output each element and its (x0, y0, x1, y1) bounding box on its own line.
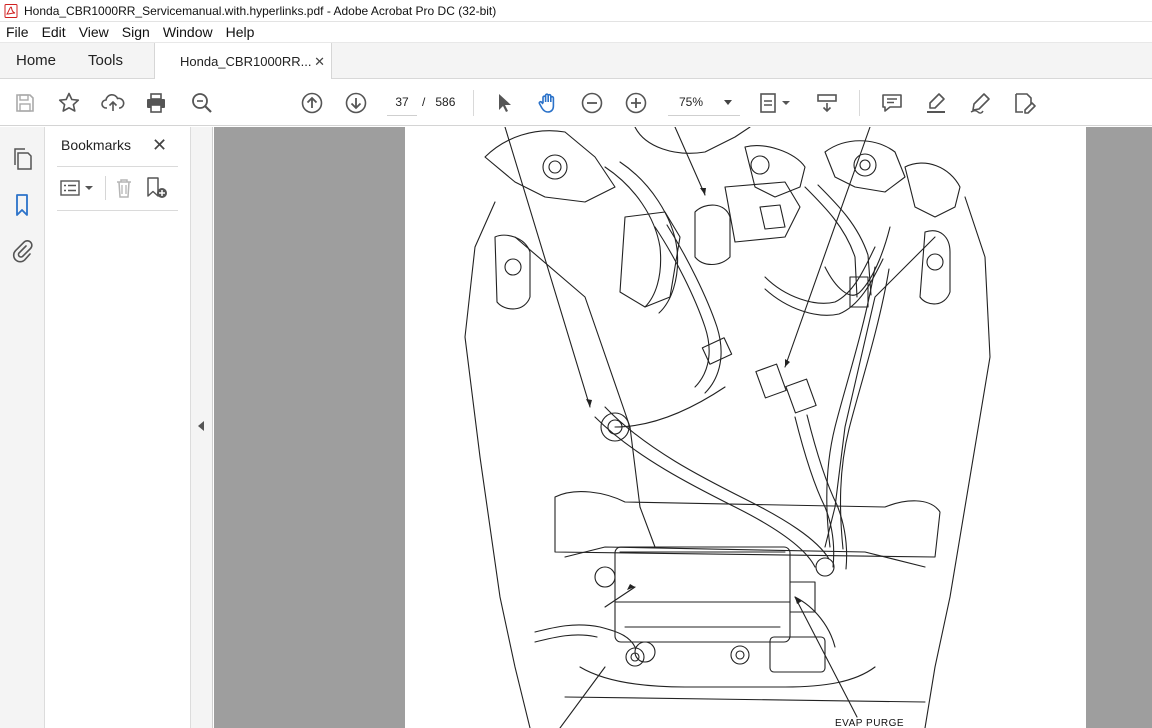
menu-bar: File Edit View Sign Window Help (0, 22, 1152, 43)
chevron-down-icon (724, 100, 732, 105)
zoom-value: 75% (679, 95, 704, 109)
evap-purge-label: EVAP PURGE (835, 718, 905, 728)
bookmarks-icon[interactable] (8, 191, 36, 219)
list-options-icon (60, 180, 93, 196)
panel-collapse-strip[interactable] (191, 127, 213, 728)
highlight-icon[interactable] (923, 90, 949, 116)
attachments-icon[interactable] (8, 237, 36, 265)
total-pages: 586 (435, 95, 456, 109)
close-tab-icon[interactable]: ✕ (314, 54, 325, 70)
upload-cloud-icon[interactable] (100, 90, 126, 116)
menu-edit[interactable]: Edit (42, 24, 66, 40)
zoom-in-icon[interactable] (623, 90, 649, 116)
bookmark-options-button[interactable] (59, 175, 95, 201)
engine-line-drawing (464, 127, 991, 728)
title-bar: Honda_CBR1000RR_Servicemanual.with.hyper… (0, 0, 1152, 22)
menu-window[interactable]: Window (163, 24, 213, 40)
print-icon[interactable] (143, 90, 169, 116)
zoom-select[interactable]: 75% (668, 90, 740, 116)
trash-icon (117, 179, 131, 198)
hand-icon[interactable] (535, 90, 561, 116)
pdf-page: EVAP PURGE (405, 127, 1086, 728)
toolbar-separator (859, 90, 860, 116)
delete-bookmark-button[interactable] (113, 175, 135, 201)
divider (57, 210, 178, 211)
acrobat-window: Honda_CBR1000RR_Servicemanual.with.hyper… (0, 0, 1152, 728)
menu-help[interactable]: Help (226, 24, 255, 40)
page-count: / 586 (422, 95, 455, 109)
zoom-out-icon[interactable] (579, 90, 605, 116)
pages-icon[interactable] (8, 145, 36, 173)
bookmark-star-icon[interactable] (56, 90, 82, 116)
page-up-icon[interactable] (299, 90, 325, 116)
menu-view[interactable]: View (79, 24, 109, 40)
acrobat-pdf-icon (4, 3, 18, 18)
bookmarks-panel: Bookmarks ✕ (45, 127, 191, 728)
tab-bar: Home Tools Honda_CBR1000RR... ✕ (0, 43, 1152, 79)
save-icon[interactable] (12, 90, 38, 116)
toolbar-separator (105, 175, 106, 201)
bookmarks-title: Bookmarks (61, 137, 132, 153)
page-separator: / (422, 95, 426, 109)
menu-file[interactable]: File (6, 24, 29, 40)
tab-document[interactable]: Honda_CBR1000RR... ✕ (154, 43, 332, 79)
divider (57, 166, 178, 167)
document-tab-label: Honda_CBR1000RR... (180, 53, 312, 69)
find-zoom-icon[interactable] (189, 90, 215, 116)
tab-home[interactable]: Home (16, 43, 56, 79)
fit-page-icon[interactable] (757, 90, 793, 116)
page-number-input[interactable]: 37 (387, 90, 417, 116)
scroll-mode-icon[interactable] (814, 90, 840, 116)
add-bookmark-icon (147, 177, 167, 198)
new-bookmark-button[interactable] (145, 175, 171, 201)
sign-icon[interactable] (967, 90, 993, 116)
menu-sign[interactable]: Sign (122, 24, 150, 40)
document-view[interactable]: EVAP PURGE (214, 127, 1152, 728)
left-navigation-rail (0, 127, 45, 728)
fill-sign-icon[interactable] (1011, 90, 1037, 116)
select-arrow-icon[interactable] (491, 90, 517, 116)
toolbar (0, 80, 1152, 126)
close-panel-icon[interactable]: ✕ (152, 135, 167, 156)
window-title: Honda_CBR1000RR_Servicemanual.with.hyper… (24, 3, 497, 18)
tab-tools[interactable]: Tools (88, 43, 123, 79)
page-down-icon[interactable] (343, 90, 369, 116)
comment-icon[interactable] (879, 90, 905, 116)
collapse-left-icon[interactable] (198, 421, 204, 431)
toolbar-separator (473, 90, 474, 116)
